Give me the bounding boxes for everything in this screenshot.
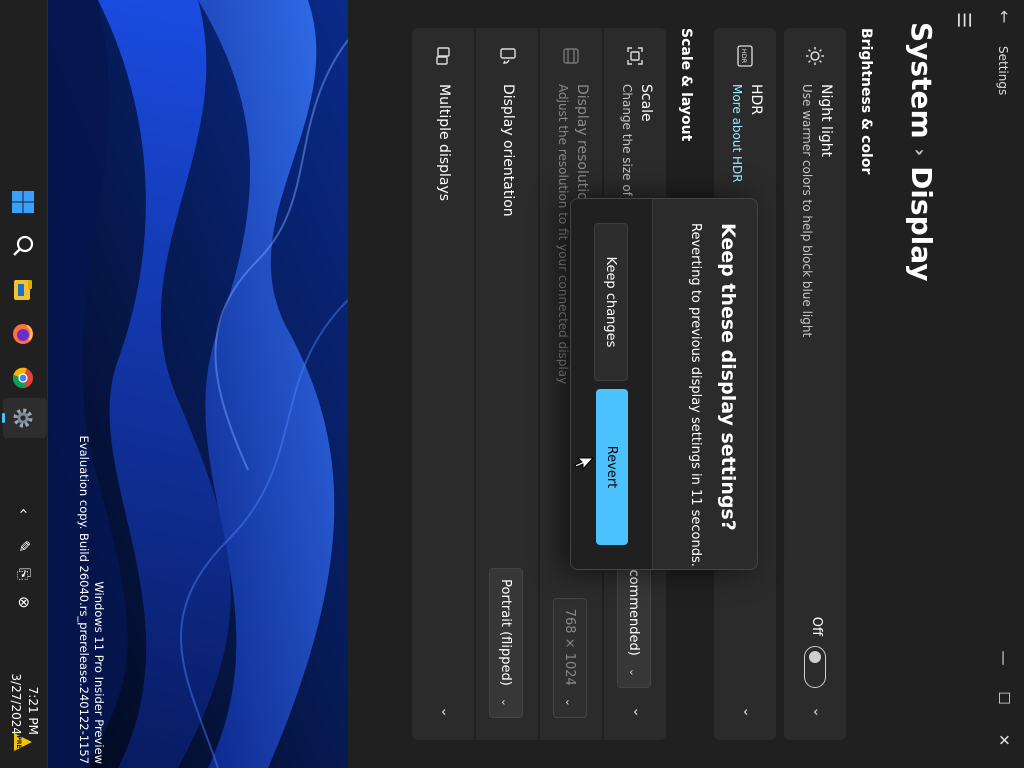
orientation-value: Portrait (flipped): [498, 579, 514, 686]
taskbar: ‹ ✎ ⎘ ⊗ 7:21 PM 3/27/2024 PRE: [0, 0, 48, 768]
settings-icon[interactable]: [7, 402, 39, 434]
scale-title: Scale: [638, 84, 654, 122]
dialog-title: Keep these display settings?: [717, 223, 739, 531]
orientation-icon: [495, 44, 519, 68]
show-hidden-icons-button[interactable]: ‹: [15, 508, 33, 514]
network-icon[interactable]: ⎘: [15, 568, 33, 580]
chrome-icon[interactable]: [7, 362, 39, 394]
resolution-subtitle: Adjust the resolution to fit your connec…: [556, 84, 570, 385]
section-scale-layout: Scale & layout: [678, 28, 694, 142]
more-about-hdr-link[interactable]: More about HDR: [730, 84, 744, 183]
scale-icon: [623, 44, 647, 68]
volume-muted-icon[interactable]: ⊗: [15, 596, 33, 609]
search-icon[interactable]: [7, 230, 39, 262]
pen-icon[interactable]: ✎: [15, 540, 33, 553]
sun-icon: [803, 44, 827, 68]
multiple-displays-title: Multiple displays: [436, 84, 452, 202]
clock[interactable]: 7:21 PM 3/27/2024: [7, 625, 41, 735]
mouse-cursor-icon: [574, 457, 594, 471]
resolution-title: Display resolution: [574, 84, 590, 210]
multiple-displays-icon: [431, 44, 455, 68]
chevron-down-icon: ⌄: [627, 667, 641, 677]
keep-changes-button[interactable]: Keep changes: [594, 223, 628, 381]
display-orientation-card[interactable]: Display orientation Portrait (flipped) ⌄: [476, 28, 538, 740]
chevron-down-icon[interactable]: ⌄: [740, 706, 756, 718]
chevron-down-icon: ⌄: [563, 697, 577, 707]
chevron-down-icon[interactable]: ⌄: [438, 706, 454, 718]
resolution-icon: [559, 44, 583, 68]
dialog-footer: Keep changes Revert: [570, 199, 653, 569]
svg-text:PRE: PRE: [15, 735, 22, 748]
keep-display-settings-dialog: Keep these display settings? Reverting t…: [570, 198, 758, 570]
app-title: Settings: [996, 46, 1010, 96]
toggle-knob: [809, 651, 821, 663]
watermark-line2: Evaluation copy. Build 26040.rs_prerelea…: [77, 435, 91, 764]
multiple-displays-card[interactable]: Multiple displays ⌄: [412, 28, 474, 740]
clock-time: 7:21 PM: [26, 686, 40, 735]
dialog-message: Reverting to previous display settings i…: [688, 223, 703, 567]
resolution-value: 768 × 1024: [562, 608, 578, 686]
night-light-toggle[interactable]: [804, 646, 826, 688]
close-button[interactable]: ✕: [990, 722, 1018, 758]
desktop-wallpaper: Windows 11 Pro Insider Preview Evaluatio…: [48, 0, 348, 768]
hdr-icon: HDR: [733, 44, 757, 68]
file-explorer-icon[interactable]: [7, 274, 39, 306]
minimize-button[interactable]: —: [990, 640, 1018, 676]
pre-release-badge-icon: PRE: [7, 726, 39, 758]
breadcrumb-chevron-icon: ›: [909, 148, 931, 157]
chevron-down-icon[interactable]: ⌄: [630, 706, 646, 718]
windows-start-icon[interactable]: [7, 186, 39, 218]
page-title: Display: [905, 166, 938, 282]
watermark-line1: Windows 11 Pro Insider Preview: [92, 581, 106, 764]
night-light-subtitle: Use warmer colors to help block blue lig…: [800, 84, 814, 338]
title-bar: ← Settings — ☐ ✕: [982, 0, 1024, 768]
breadcrumb-system[interactable]: System: [905, 22, 938, 139]
night-light-title: Night light: [818, 84, 834, 158]
firefox-icon[interactable]: [7, 318, 39, 350]
settings-window: ← Settings — ☐ ✕ ☰ System › Display Bright…: [348, 0, 1024, 768]
breadcrumb: System › Display: [905, 22, 938, 282]
section-brightness-color: Brightness & color: [858, 28, 874, 175]
active-indicator: [2, 413, 5, 423]
orientation-title: Display orientation: [500, 84, 516, 217]
hdr-title: HDR: [748, 84, 764, 116]
maximize-button[interactable]: ☐: [990, 680, 1018, 716]
revert-button[interactable]: Revert: [596, 389, 628, 545]
svg-text:HDR: HDR: [740, 49, 748, 64]
hamburger-menu-icon[interactable]: ☰: [953, 12, 974, 28]
clock-date: 3/27/2024: [9, 673, 23, 735]
orientation-dropdown[interactable]: Portrait (flipped) ⌄: [489, 568, 523, 718]
resolution-dropdown[interactable]: 768 × 1024 ⌄: [553, 597, 587, 718]
night-light-toggle-label: Off: [809, 616, 824, 636]
chevron-down-icon: ⌄: [499, 697, 513, 707]
back-arrow-icon[interactable]: ←: [995, 10, 1014, 23]
chevron-down-icon[interactable]: ⌄: [810, 706, 826, 718]
night-light-card[interactable]: Night light Use warmer colors to help bl…: [784, 28, 846, 740]
watermark: Windows 11 Pro Insider Preview Evaluatio…: [76, 436, 106, 764]
